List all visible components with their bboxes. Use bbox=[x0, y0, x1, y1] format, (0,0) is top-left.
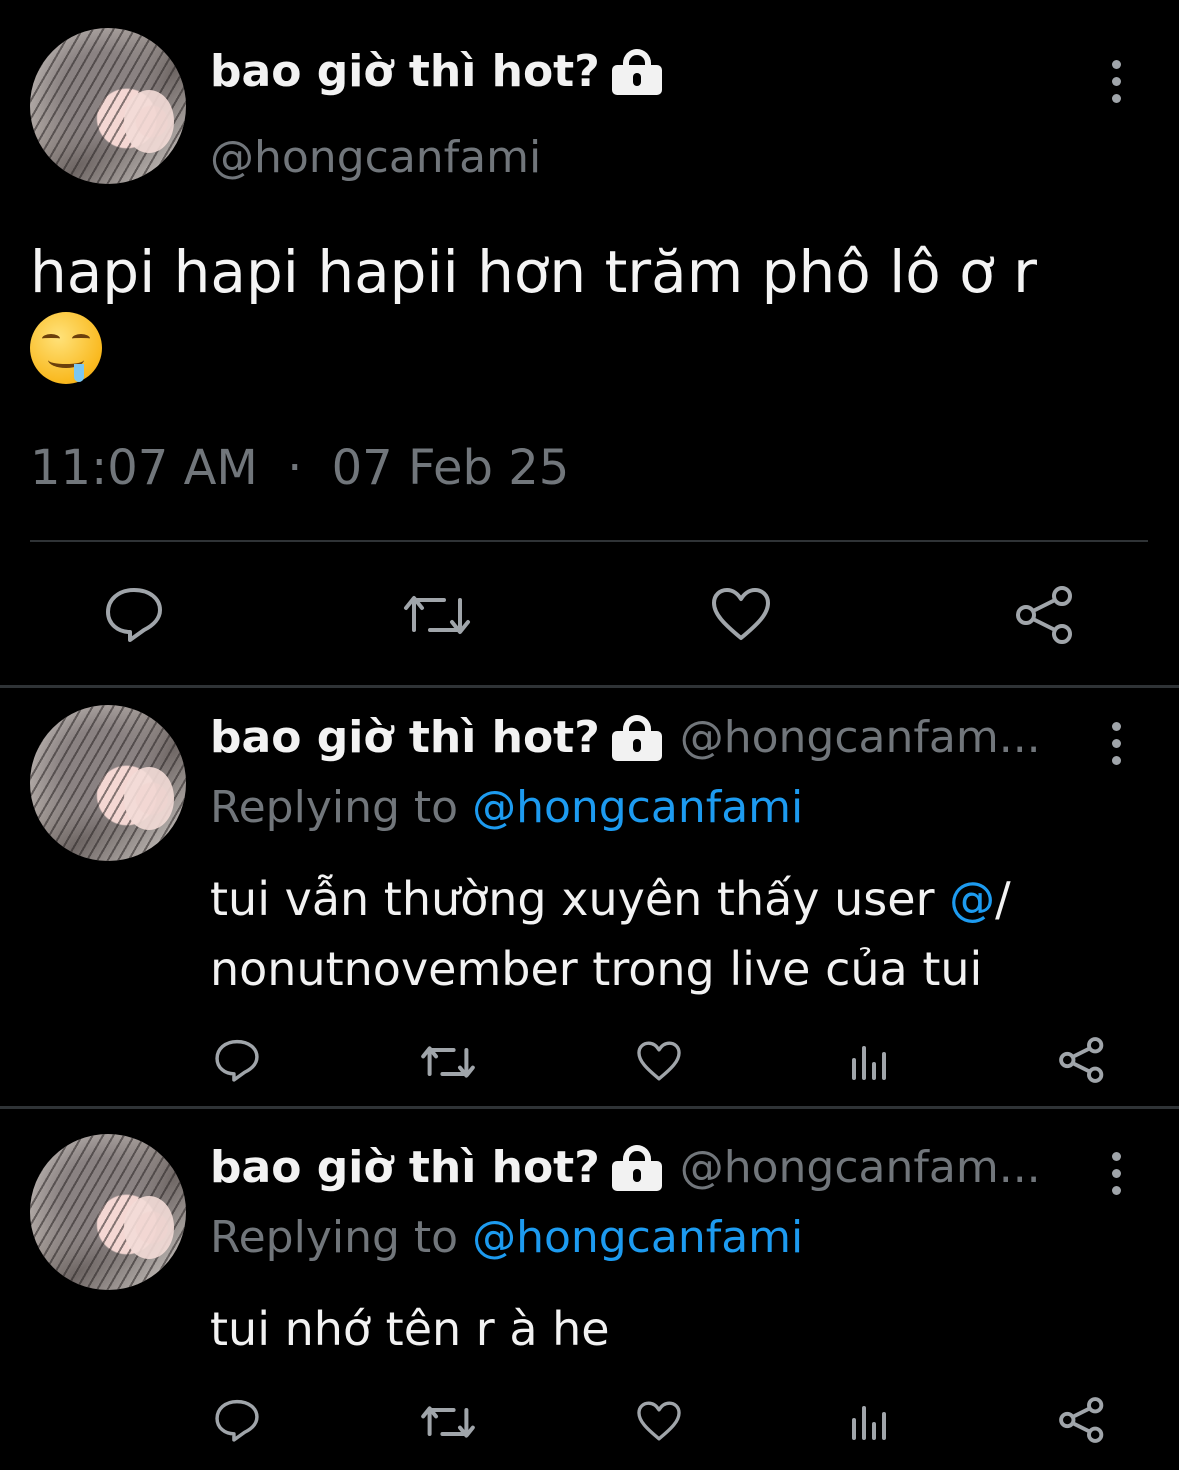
replying-mention[interactable]: @hongcanfami bbox=[472, 782, 803, 833]
user-handle: @hongcanfam... bbox=[679, 1142, 1041, 1193]
more-options-icon[interactable] bbox=[1110, 722, 1122, 765]
retweet-icon[interactable] bbox=[402, 590, 472, 640]
share-icon[interactable] bbox=[1014, 584, 1076, 646]
replying-mention[interactable]: @hongcanfami bbox=[472, 1212, 803, 1263]
reply-text: tui vẫn thường xuyên thấy user @/ nonutn… bbox=[210, 864, 1130, 1004]
reply-icon[interactable] bbox=[214, 1038, 260, 1082]
tweet-time: 11:07 AM bbox=[30, 440, 258, 496]
lock-icon bbox=[611, 714, 662, 761]
timestamp-separator: · bbox=[287, 440, 303, 496]
share-icon[interactable] bbox=[1058, 1036, 1106, 1084]
display-name: bao giờ thì hot? bbox=[210, 712, 600, 763]
reply-text: tui nhớ tên r à he bbox=[210, 1294, 1130, 1364]
share-icon[interactable] bbox=[1058, 1396, 1106, 1444]
display-name: bao giờ thì hot? bbox=[210, 1142, 600, 1193]
drooling-face-emoji bbox=[30, 312, 102, 384]
display-name-text: bao giờ thì hot? bbox=[210, 46, 600, 97]
avatar[interactable] bbox=[30, 28, 186, 184]
replying-to: Replying to @hongcanfami bbox=[210, 1212, 803, 1263]
more-options-icon[interactable] bbox=[1110, 60, 1122, 103]
user-handle[interactable]: @hongcanfami bbox=[210, 132, 541, 183]
retweet-icon[interactable] bbox=[420, 1402, 476, 1442]
divider bbox=[0, 685, 1179, 688]
tweet-date: 07 Feb 25 bbox=[331, 440, 570, 496]
tweet-body: hapi hapi hapii hơn trăm phô lô ơ r bbox=[30, 238, 1037, 306]
reply-body: tui vẫn thường xuyên thấy user bbox=[210, 872, 950, 926]
like-icon[interactable] bbox=[636, 1040, 682, 1082]
tweet-thread: bao giờ thì hot? @hongcanfami hapi hapi … bbox=[0, 0, 1179, 1470]
replying-prefix: Replying to bbox=[210, 782, 459, 833]
like-icon[interactable] bbox=[636, 1400, 682, 1442]
like-icon[interactable] bbox=[710, 586, 772, 642]
reply-header[interactable]: bao giờ thì hot? @hongcanfam... bbox=[210, 1142, 1041, 1193]
divider bbox=[0, 1106, 1179, 1109]
avatar[interactable] bbox=[30, 705, 186, 861]
views-icon[interactable] bbox=[850, 1042, 890, 1082]
divider bbox=[30, 540, 1148, 542]
replying-prefix: Replying to bbox=[210, 1212, 459, 1263]
replying-to: Replying to @hongcanfami bbox=[210, 782, 803, 833]
tweet-timestamp: 11:07 AM · 07 Feb 25 bbox=[30, 440, 569, 496]
avatar[interactable] bbox=[30, 1134, 186, 1290]
retweet-icon[interactable] bbox=[420, 1042, 476, 1082]
more-options-icon[interactable] bbox=[1110, 1152, 1122, 1195]
reply-header[interactable]: bao giờ thì hot? @hongcanfam... bbox=[210, 712, 1041, 763]
reply-icon[interactable] bbox=[214, 1398, 260, 1442]
lock-icon bbox=[611, 48, 662, 95]
display-name[interactable]: bao giờ thì hot? bbox=[210, 46, 662, 97]
reply-body: tui nhớ tên r à he bbox=[210, 1302, 610, 1356]
tweet-text: hapi hapi hapii hơn trăm phô lô ơ r bbox=[30, 232, 1140, 396]
reply-icon[interactable] bbox=[104, 586, 164, 642]
lock-icon bbox=[611, 1144, 662, 1191]
user-handle: @hongcanfam... bbox=[679, 712, 1041, 763]
views-icon[interactable] bbox=[850, 1402, 890, 1442]
mention-link[interactable]: @ bbox=[949, 872, 995, 926]
